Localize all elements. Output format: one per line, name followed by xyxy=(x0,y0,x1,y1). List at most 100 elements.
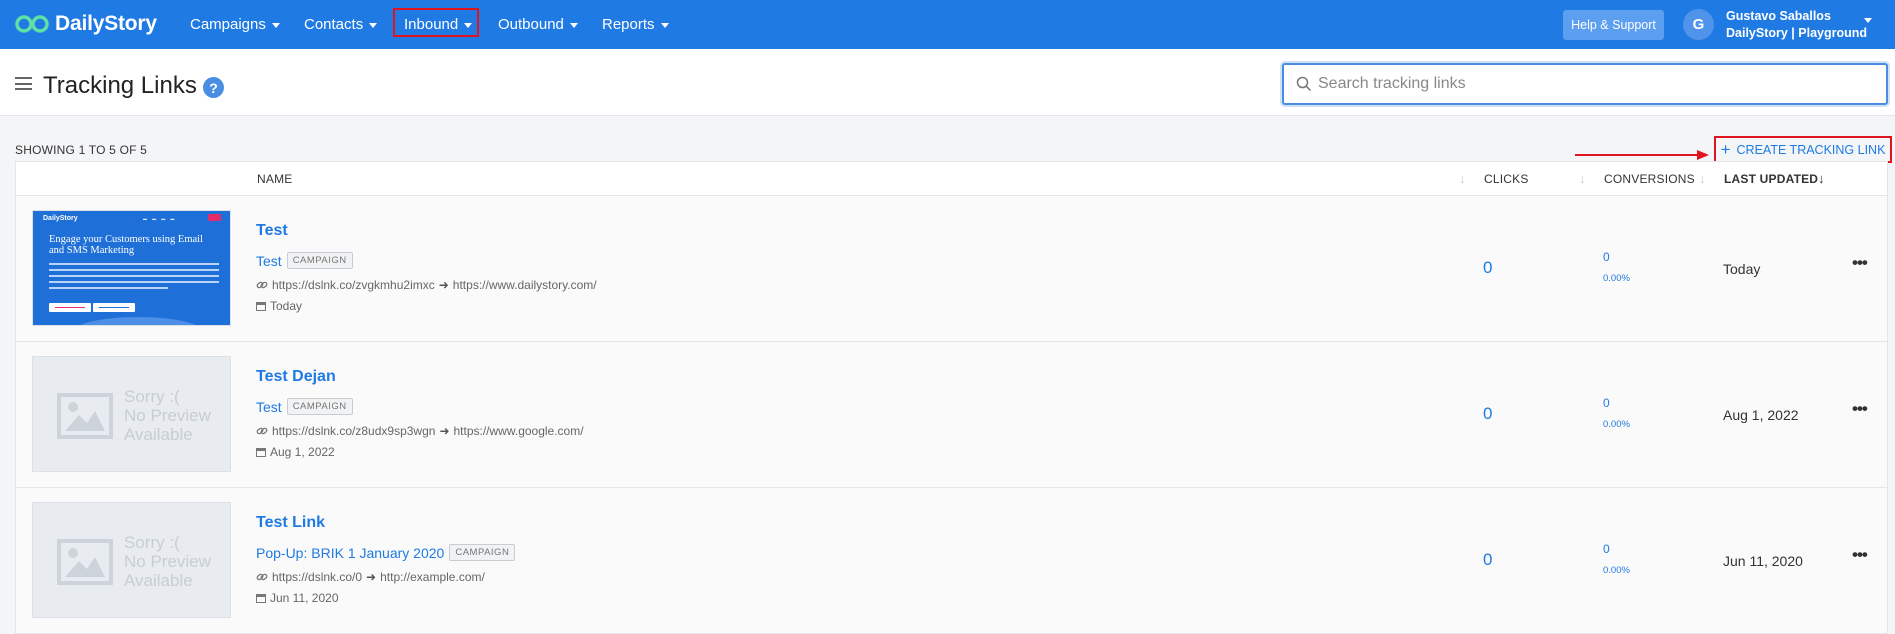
nav-campaigns[interactable]: Campaigns xyxy=(190,14,280,34)
clicks-count[interactable]: 0 xyxy=(1483,550,1492,570)
date-info: Jun 11, 2020 xyxy=(256,591,339,605)
campaign-info: Pop-Up: BRIK 1 January 2020 CAMPAIGN xyxy=(256,544,516,561)
link-icon xyxy=(256,281,268,289)
nav-campaigns-label: Campaigns xyxy=(190,15,266,33)
preview-button xyxy=(49,303,91,312)
search-field[interactable] xyxy=(1282,63,1888,105)
column-name[interactable]: NAME xyxy=(257,172,292,186)
nav-reports[interactable]: Reports xyxy=(602,14,669,34)
chevron-down-icon xyxy=(271,22,280,28)
link-date: Aug 1, 2022 xyxy=(270,445,335,459)
table-row[interactable]: DailyStory ▬ ▬ ▬ ▬ Engage your Customers… xyxy=(16,196,1887,342)
nav-contacts-label: Contacts xyxy=(304,15,364,33)
user-name[interactable]: Gustavo Saballos xyxy=(1726,9,1831,23)
no-preview-text: Sorry :( No Preview Available xyxy=(124,387,211,444)
conversion-rate: 0.00% xyxy=(1603,273,1630,284)
tracking-links-table: NAME ↓ CLICKS ↓ CONVERSIONS ↓ LAST UPDAT… xyxy=(15,161,1888,634)
campaign-badge: CAMPAIGN xyxy=(286,398,353,415)
last-updated: Aug 1, 2022 xyxy=(1723,407,1799,423)
preview-headline: Engage your Customers using Email and SM… xyxy=(49,234,203,256)
link-preview-image[interactable]: DailyStory ▬ ▬ ▬ ▬ Engage your Customers… xyxy=(32,210,231,326)
conversions-count[interactable]: 0 xyxy=(1603,396,1610,410)
column-clicks[interactable]: CLICKS xyxy=(1484,172,1529,186)
short-url: https://dslnk.co/zvgkmhu2imxc xyxy=(272,278,435,292)
calendar-icon xyxy=(256,594,266,603)
hamburger-menu-icon[interactable] xyxy=(15,77,32,90)
arrow-right-icon: ➜ xyxy=(366,570,377,584)
campaign-info: Test CAMPAIGN xyxy=(256,398,353,415)
column-last-updated[interactable]: LAST UPDATED xyxy=(1724,172,1818,186)
target-url: https://www.dailystory.com/ xyxy=(452,278,597,292)
help-question-icon[interactable]: ? xyxy=(203,77,224,98)
sort-arrow-icon[interactable]: ↓ xyxy=(1459,171,1466,186)
link-name[interactable]: Test Dejan xyxy=(256,368,336,386)
conversion-rate: 0.00% xyxy=(1603,419,1630,430)
conversions-count[interactable]: 0 xyxy=(1603,250,1610,264)
short-url: https://dslnk.co/0 xyxy=(272,570,363,584)
preview-body xyxy=(49,263,219,293)
clicks-count[interactable]: 0 xyxy=(1483,258,1492,278)
help-support-button[interactable]: Help & Support xyxy=(1563,10,1664,40)
link-name[interactable]: Test Link xyxy=(256,514,325,532)
avatar[interactable]: G xyxy=(1683,9,1714,40)
chevron-down-icon xyxy=(660,22,669,28)
date-info: Today xyxy=(256,299,302,313)
conversions-count[interactable]: 0 xyxy=(1603,542,1610,556)
target-url: https://www.google.com/ xyxy=(453,424,584,438)
column-conversions[interactable]: CONVERSIONS xyxy=(1604,172,1695,186)
preview-nav: ▬ ▬ ▬ ▬ xyxy=(143,216,177,221)
preview-logo: DailyStory xyxy=(43,215,78,222)
sort-arrow-icon[interactable]: ↓ xyxy=(1699,171,1706,186)
logo-text: DailyStory xyxy=(55,12,157,35)
search-icon xyxy=(1296,76,1312,92)
link-date: Today xyxy=(270,299,303,313)
no-preview-image[interactable]: Sorry :( No Preview Available xyxy=(32,356,231,472)
showing-count: SHOWING 1 TO 5 OF 5 xyxy=(15,143,148,157)
top-navbar: DailyStory Campaigns Contacts Inbound Ou… xyxy=(0,0,1895,49)
link-date: Jun 11, 2020 xyxy=(270,591,339,605)
chevron-down-icon xyxy=(369,22,378,28)
nav-contacts[interactable]: Contacts xyxy=(304,14,378,34)
page-header: Tracking Links ? xyxy=(0,49,1895,116)
sort-arrow-active-icon[interactable]: ↓ xyxy=(1818,171,1825,186)
table-header: NAME ↓ CLICKS ↓ CONVERSIONS ↓ LAST UPDAT… xyxy=(16,162,1887,196)
preview-cta xyxy=(208,214,221,221)
user-menu-chevron-icon[interactable] xyxy=(1864,18,1872,23)
campaign-link[interactable]: Pop-Up: BRIK 1 January 2020 xyxy=(256,545,444,561)
create-tracking-link-label: CREATE TRACKING LINK xyxy=(1736,142,1886,157)
annotation-arrow-head xyxy=(1697,150,1709,160)
calendar-icon xyxy=(256,448,266,457)
last-updated: Today xyxy=(1723,261,1761,277)
no-preview-text: Sorry :( No Preview Available xyxy=(124,533,211,590)
logo[interactable]: DailyStory xyxy=(14,10,157,38)
more-options-icon[interactable]: ••• xyxy=(1852,253,1868,273)
nav-reports-label: Reports xyxy=(602,15,655,33)
campaign-link[interactable]: Test xyxy=(256,399,282,415)
infinity-logo-icon xyxy=(15,15,49,33)
no-preview-image[interactable]: Sorry :( No Preview Available xyxy=(32,502,231,618)
arrow-right-icon: ➜ xyxy=(439,424,450,438)
link-icon xyxy=(256,573,268,581)
short-url: https://dslnk.co/z8udx9sp3wgn xyxy=(272,424,436,438)
table-row[interactable]: Sorry :( No Preview Available Test Dejan… xyxy=(16,342,1887,488)
user-org[interactable]: DailyStory | Playground xyxy=(1726,26,1867,40)
create-tracking-link-button[interactable]: + CREATE TRACKING LINK xyxy=(1714,136,1892,163)
more-options-icon[interactable]: ••• xyxy=(1852,399,1868,419)
inbound-highlight-box xyxy=(393,8,479,37)
campaign-link[interactable]: Test xyxy=(256,253,282,269)
campaign-info: Test CAMPAIGN xyxy=(256,252,353,269)
table-row[interactable]: Sorry :( No Preview Available Test Link … xyxy=(16,488,1887,634)
sort-arrow-icon[interactable]: ↓ xyxy=(1579,171,1586,186)
nav-outbound[interactable]: Outbound xyxy=(498,14,578,34)
more-options-icon[interactable]: ••• xyxy=(1852,545,1868,565)
link-name[interactable]: Test xyxy=(256,222,288,240)
date-info: Aug 1, 2022 xyxy=(256,445,335,459)
clicks-count[interactable]: 0 xyxy=(1483,404,1492,424)
page-title: Tracking Links xyxy=(43,72,197,99)
target-url: http://example.com/ xyxy=(380,570,485,584)
search-input[interactable] xyxy=(1318,71,1878,97)
last-updated: Jun 11, 2020 xyxy=(1723,553,1803,569)
url-info: https://dslnk.co/z8udx9sp3wgn ➜ https://… xyxy=(256,424,584,438)
campaign-badge: CAMPAIGN xyxy=(286,252,353,269)
conversion-rate: 0.00% xyxy=(1603,565,1630,576)
